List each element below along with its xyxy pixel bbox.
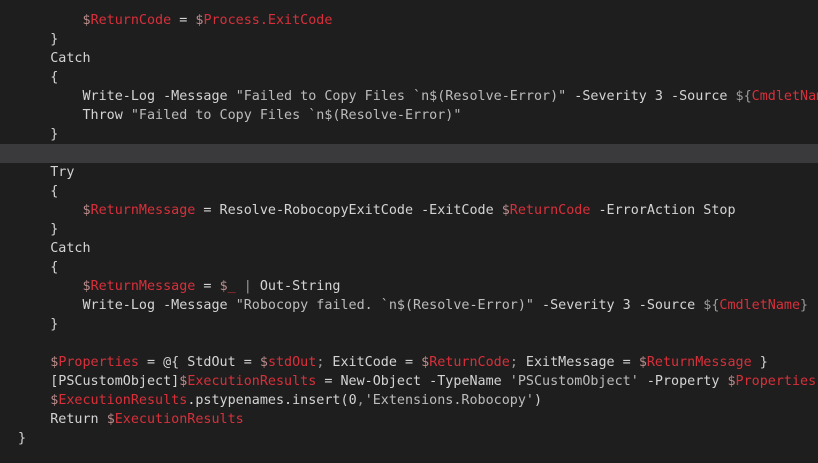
code-token: ) bbox=[534, 393, 543, 408]
code-token: .pstypenames.insert( bbox=[187, 393, 349, 408]
code-token: = bbox=[171, 13, 196, 28]
code-token: } bbox=[18, 32, 59, 47]
code-token: Throw bbox=[18, 108, 123, 123]
code-token: { bbox=[18, 260, 59, 275]
code-token: { bbox=[18, 184, 59, 199]
code-token: $ReturnMessage bbox=[638, 355, 752, 370]
code-line[interactable]: } bbox=[0, 315, 818, 334]
code-token: CmdletName bbox=[751, 89, 818, 104]
code-editor[interactable]: $ReturnCode = $Process.ExitCode } Catch … bbox=[0, 0, 818, 463]
code-token: 0 bbox=[348, 393, 357, 408]
code-token: CmdletName bbox=[719, 298, 801, 313]
code-token: -Message bbox=[155, 298, 236, 313]
code-line[interactable]: } bbox=[0, 220, 818, 239]
code-line[interactable]: Catch bbox=[0, 239, 818, 258]
code-token: "Failed to Copy Files `n$(Resolve-Error)… bbox=[235, 89, 567, 104]
code-line[interactable]: Try bbox=[0, 163, 818, 182]
code-token: } bbox=[18, 127, 59, 142]
code-token: $ExecutionResults bbox=[18, 393, 188, 408]
code-line[interactable]: { bbox=[0, 182, 818, 201]
code-token: = New-Object -TypeName bbox=[316, 374, 510, 389]
code-token: -ErrorAction Stop bbox=[590, 203, 736, 218]
code-line[interactable]: Write-Log -Message "Robocopy failed. `n$… bbox=[0, 296, 818, 315]
code-line[interactable]: Throw "Failed to Copy Files `n$(Resolve-… bbox=[0, 106, 818, 125]
code-line[interactable]: Catch bbox=[0, 49, 818, 68]
code-line[interactable]: [PSCustomObject]$ExecutionResults = New-… bbox=[0, 372, 818, 391]
code-line[interactable] bbox=[0, 334, 818, 353]
code-line[interactable]: $ExecutionResults.pstypenames.insert(0,'… bbox=[0, 391, 818, 410]
code-token: = bbox=[195, 279, 220, 294]
code-token: Out-String bbox=[251, 279, 341, 294]
code-token: $Properties bbox=[18, 355, 139, 370]
code-token: Catch bbox=[18, 241, 91, 256]
code-line[interactable]: $ReturnMessage = Resolve-RobocopyExitCod… bbox=[0, 201, 818, 220]
code-token: ${ bbox=[735, 89, 752, 104]
code-line[interactable]: $ReturnCode = $Process.ExitCode bbox=[0, 11, 818, 30]
code-token: } bbox=[18, 222, 59, 237]
code-token: } bbox=[18, 317, 59, 332]
code-line[interactable] bbox=[0, 144, 818, 163]
code-line[interactable]: Write-Log -Message "Failed to Copy Files… bbox=[0, 87, 818, 106]
code-token: $ReturnCode bbox=[501, 203, 591, 218]
code-token: [PSCustomObject] bbox=[18, 374, 180, 389]
code-token: -Severity 3 -Source bbox=[533, 298, 704, 313]
code-token: -Property bbox=[638, 374, 728, 389]
code-token: $ReturnCode bbox=[18, 13, 172, 28]
code-token: Return bbox=[18, 412, 99, 427]
code-token: "Robocopy failed. `n$(Resolve-Error)" bbox=[235, 298, 534, 313]
code-token: | bbox=[243, 279, 252, 294]
code-token: ; bbox=[509, 355, 518, 370]
code-line[interactable]: { bbox=[0, 68, 818, 87]
code-token: Catch bbox=[18, 51, 91, 66]
code-token: $ReturnMessage bbox=[18, 279, 196, 294]
code-token: $Properties bbox=[727, 374, 817, 389]
code-token: $stdOut bbox=[259, 355, 317, 370]
code-token: $ReturnCode bbox=[421, 355, 510, 370]
code-token: $ExecutionResults bbox=[179, 374, 317, 389]
code-token: ExitMessage = bbox=[517, 355, 639, 370]
code-token: -Message bbox=[155, 89, 236, 104]
code-line[interactable]: } bbox=[0, 125, 818, 144]
code-token: $Process.ExitCode bbox=[195, 13, 333, 28]
code-token: ${ bbox=[703, 298, 720, 313]
code-token: { bbox=[18, 70, 59, 85]
code-token: } bbox=[800, 298, 809, 313]
code-token: ExitCode = bbox=[324, 355, 422, 370]
code-token: Try bbox=[18, 165, 75, 180]
code-token: , bbox=[356, 393, 365, 408]
code-token: = Resolve-RobocopyExitCode -ExitCode bbox=[195, 203, 502, 218]
code-token: Write-Log bbox=[18, 298, 156, 313]
code-line[interactable]: } bbox=[0, 429, 818, 448]
code-token: 'PSCustomObject' bbox=[509, 374, 639, 389]
code-line[interactable]: Return $ExecutionResults bbox=[0, 410, 818, 429]
code-token: $_ bbox=[219, 279, 236, 294]
code-line[interactable]: $Properties = @{ StdOut = $stdOut; ExitC… bbox=[0, 353, 818, 372]
code-token: "Failed to Copy Files `n$(Resolve-Error)… bbox=[130, 108, 462, 123]
code-token: -Severity 3 -Source bbox=[566, 89, 736, 104]
code-token: Write-Log bbox=[18, 89, 156, 104]
code-line[interactable]: $ReturnMessage = $_ | Out-String bbox=[0, 277, 818, 296]
code-token: $ExecutionResults bbox=[106, 412, 244, 427]
code-token: = @{ StdOut = bbox=[138, 355, 260, 370]
code-token: 'Extensions.Robocopy' bbox=[364, 393, 534, 408]
code-token: $ReturnMessage bbox=[18, 203, 196, 218]
code-line[interactable]: { bbox=[0, 258, 818, 277]
code-line[interactable]: } bbox=[0, 30, 818, 49]
code-token: } bbox=[18, 431, 27, 446]
code-token: } bbox=[751, 355, 768, 370]
